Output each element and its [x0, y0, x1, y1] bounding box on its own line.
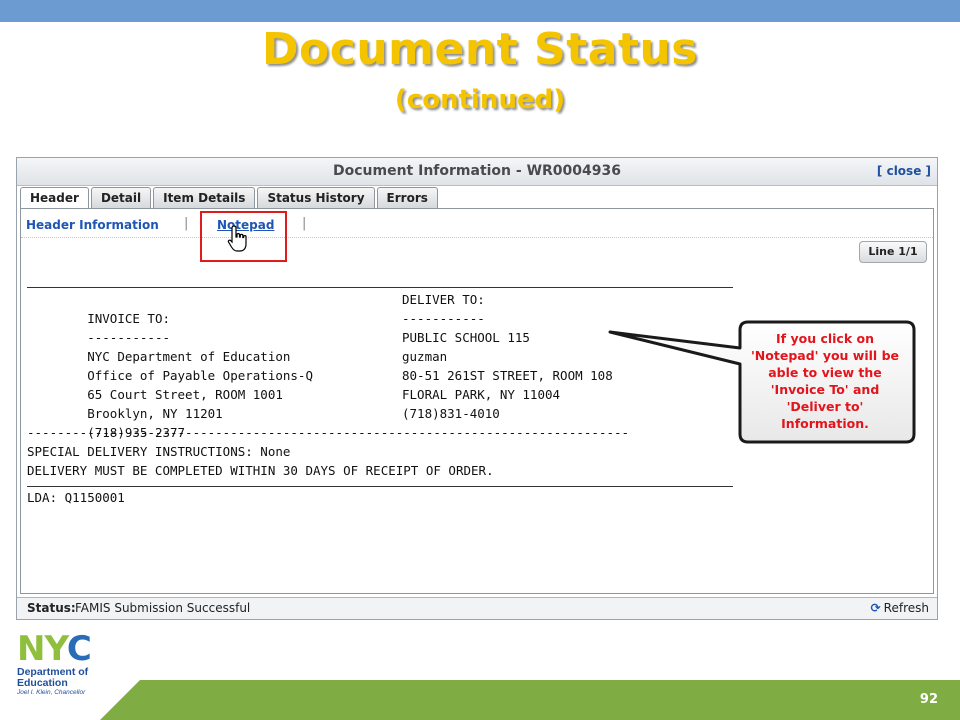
lda-line: LDA: Q1150001 [27, 490, 125, 505]
callout-line: 'Deliver to' [786, 399, 864, 414]
tab-item-details[interactable]: Item Details [153, 187, 256, 208]
deliver-line: guzman [402, 349, 448, 364]
line-indicator-button[interactable]: Line 1/1 [859, 241, 927, 263]
callout-line: able to view the [768, 365, 882, 380]
nyc-logo-mark: NYC [17, 629, 92, 669]
tab-errors[interactable]: Errors [376, 187, 438, 208]
status-text: FAMIS Submission Successful [75, 601, 251, 615]
window-title: Document Information - WR0004936 [333, 163, 621, 179]
header-information-link[interactable]: Header Information [26, 218, 159, 232]
status-bar: Status: FAMIS Submission Successful ⟳ Ref… [17, 597, 937, 619]
deliver-line: 80-51 261ST STREET, ROOM 108 [402, 368, 613, 383]
slide-title: Document Status [262, 24, 698, 75]
deliver-to-heading: DELIVER TO: [402, 292, 485, 307]
heading-underline: ----------- [402, 311, 485, 326]
logo-department-text: Department of Education [17, 666, 89, 689]
logo-chancellor-text: Joel I. Klein, Chancellor [17, 689, 86, 696]
tab-bar: Header Detail Item Details Status Histor… [20, 187, 440, 210]
refresh-label: Refresh [883, 601, 929, 615]
deliver-line: FLORAL PARK, NY 11004 [402, 387, 561, 402]
header-subnav: Header Information | Notepad | [21, 209, 933, 238]
close-button[interactable]: [ close ] [877, 164, 931, 178]
subnav-separator: | [184, 216, 189, 231]
footer-band [100, 680, 960, 720]
invoice-line: (718)935-2377 [87, 425, 186, 440]
top-accent-bar [0, 0, 960, 22]
callout-line: 'Invoice To' and [770, 382, 880, 397]
subnav-separator: | [302, 216, 307, 231]
slide-subtitle: (continued) [394, 85, 566, 115]
nyc-doe-logo: NYC Department of Education Joel I. Klei… [17, 629, 117, 696]
callout-line: Information. [781, 416, 869, 431]
callout-text: If you click on 'Notepad' you will be ab… [740, 330, 910, 432]
divider [27, 486, 733, 487]
delivery-note: DELIVERY MUST BE COMPLETED WITHIN 30 DAY… [27, 463, 494, 478]
callout-line: If you click on [776, 331, 874, 346]
page-number: 92 [919, 692, 938, 707]
tab-header[interactable]: Header [20, 187, 89, 210]
callout-line: 'Notepad' you will be [750, 348, 899, 363]
tab-detail[interactable]: Detail [90, 187, 152, 208]
deliver-line: PUBLIC SCHOOL 115 [402, 330, 530, 345]
notepad-row: INVOICE TO: DELIVER TO: [27, 290, 733, 326]
status-label: Status: [27, 601, 76, 615]
window-titlebar: Document Information - WR0004936 [ close… [17, 158, 937, 186]
deliver-line: (718)831-4010 [402, 406, 500, 421]
refresh-button[interactable]: ⟳ Refresh [871, 598, 929, 618]
refresh-icon: ⟳ [870, 601, 881, 615]
tab-status-history[interactable]: Status History [257, 187, 375, 208]
divider [27, 287, 733, 288]
hand-pointer-icon [227, 225, 247, 252]
